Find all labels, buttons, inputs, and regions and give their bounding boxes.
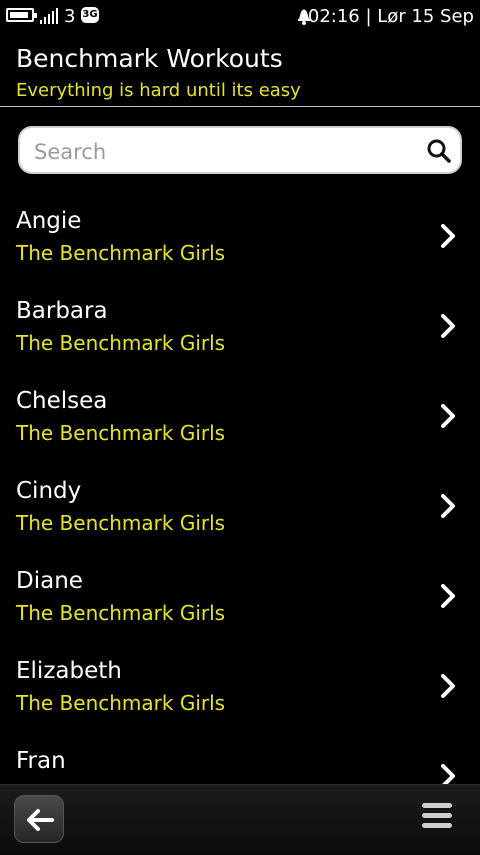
- status-datetime: 02:16 | Lør 15 Sep: [307, 6, 474, 27]
- chevron-right-icon: [441, 584, 455, 608]
- back-arrow-icon: [27, 809, 54, 831]
- item-category: The Benchmark Girls: [16, 511, 226, 535]
- item-category: The Benchmark Girls: [16, 421, 226, 445]
- header-divider: [0, 106, 480, 107]
- chevron-right-icon: [441, 494, 455, 518]
- status-bar: 3 3G 02:16 | Lør 15 Sep: [0, 0, 480, 34]
- item-name: Chelsea: [16, 388, 108, 414]
- menu-button[interactable]: [422, 803, 454, 833]
- search-icon[interactable]: [426, 138, 452, 164]
- list-item[interactable]: Chelsea The Benchmark Girls: [0, 370, 480, 460]
- item-name: Cindy: [16, 478, 82, 504]
- item-name: Elizabeth: [16, 658, 122, 684]
- network-type-badge: 3G: [81, 7, 99, 23]
- chevron-right-icon: [441, 764, 455, 784]
- item-category: The Benchmark Girls: [16, 241, 226, 265]
- menu-icon: [422, 803, 452, 808]
- page-header: Benchmark Workouts Everything is hard un…: [0, 34, 480, 107]
- battery-icon: [6, 8, 37, 22]
- item-category: The Benchmark Girls: [16, 691, 226, 715]
- item-category: The Benchmark Girls: [16, 331, 226, 355]
- list-item[interactable]: Diane The Benchmark Girls: [0, 550, 480, 640]
- operator-label: 3: [64, 6, 76, 27]
- back-button[interactable]: [14, 795, 64, 843]
- search-bar[interactable]: [18, 126, 462, 174]
- item-name: Angie: [16, 208, 82, 234]
- item-name: Fran: [16, 748, 66, 774]
- bottom-toolbar: [0, 784, 480, 855]
- search-input[interactable]: [32, 136, 416, 168]
- chevron-right-icon: [441, 314, 455, 338]
- item-name: Diane: [16, 568, 83, 594]
- list-item[interactable]: Barbara The Benchmark Girls: [0, 280, 480, 370]
- signal-strength-icon: [40, 8, 60, 24]
- page-subtitle: Everything is hard until its easy: [16, 80, 301, 101]
- item-name: Barbara: [16, 298, 108, 324]
- chevron-right-icon: [441, 674, 455, 698]
- list-item[interactable]: Fran: [0, 730, 480, 784]
- item-category: The Benchmark Girls: [16, 601, 226, 625]
- list-item[interactable]: Angie The Benchmark Girls: [0, 190, 480, 280]
- chevron-right-icon: [441, 404, 455, 428]
- chevron-right-icon: [441, 224, 455, 248]
- list-item[interactable]: Cindy The Benchmark Girls: [0, 460, 480, 550]
- page-title: Benchmark Workouts: [16, 44, 283, 73]
- list-item[interactable]: Elizabeth The Benchmark Girls: [0, 640, 480, 730]
- workout-list: Angie The Benchmark Girls Barbara The Be…: [0, 190, 480, 784]
